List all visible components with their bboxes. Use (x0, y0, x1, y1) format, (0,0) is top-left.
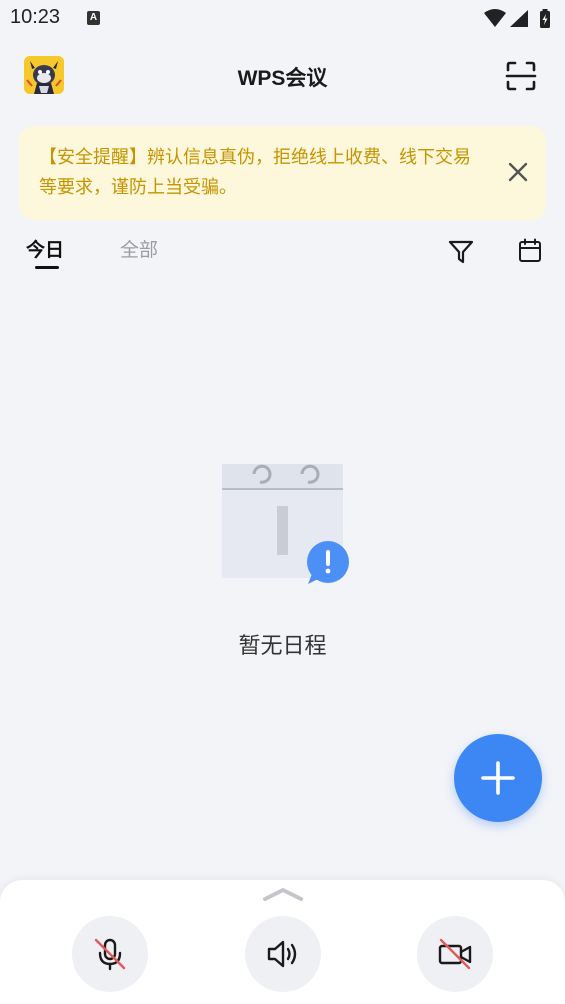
status-icons (483, 8, 555, 34)
filter-icon (448, 240, 474, 264)
wifi-icon (484, 9, 506, 27)
empty-state-text: 暂无日程 (238, 634, 327, 659)
tab-active-indicator (35, 266, 59, 269)
safety-alert-text: 【安全提醒】辨认信息真伪，拒绝线上收费、线下交易等要求，谨防上当受骗。 (39, 147, 471, 198)
header: WPS会议 (0, 44, 565, 106)
quick-controls-panel (0, 880, 565, 1004)
tab-today[interactable]: 今日 (26, 235, 64, 262)
empty-calendar-icon (214, 450, 354, 590)
safety-alert-banner: 【安全提醒】辨认信息真伪，拒绝线上收费、线下交易等要求，谨防上当受骗。 (19, 126, 546, 220)
chevron-up-icon (263, 888, 303, 901)
mic-toggle-button[interactable] (72, 916, 148, 992)
camera-toggle-button[interactable] (417, 916, 493, 992)
scan-icon (505, 61, 537, 91)
speaker-toggle-button[interactable] (245, 916, 321, 992)
camera-off-icon (438, 938, 472, 970)
notification-icon: A (87, 11, 100, 25)
signal-icon (510, 10, 528, 27)
mic-muted-icon (94, 938, 126, 971)
calendar-button[interactable] (518, 238, 542, 264)
speaker-icon (267, 940, 297, 968)
calendar-icon (519, 238, 541, 262)
alert-close-button[interactable] (507, 161, 529, 183)
scan-button[interactable] (505, 60, 537, 92)
tab-all[interactable]: 全部 (120, 235, 158, 262)
page-title: WPS会议 (237, 67, 328, 90)
status-bar: 10:23 A (0, 0, 565, 38)
battery-icon (540, 9, 550, 28)
plus-icon (481, 761, 515, 795)
panel-expand-handle[interactable] (263, 886, 303, 901)
filter-button[interactable] (448, 239, 474, 265)
close-icon (508, 162, 528, 182)
status-time: 10:23 (10, 6, 61, 28)
add-meeting-button[interactable] (454, 734, 542, 822)
